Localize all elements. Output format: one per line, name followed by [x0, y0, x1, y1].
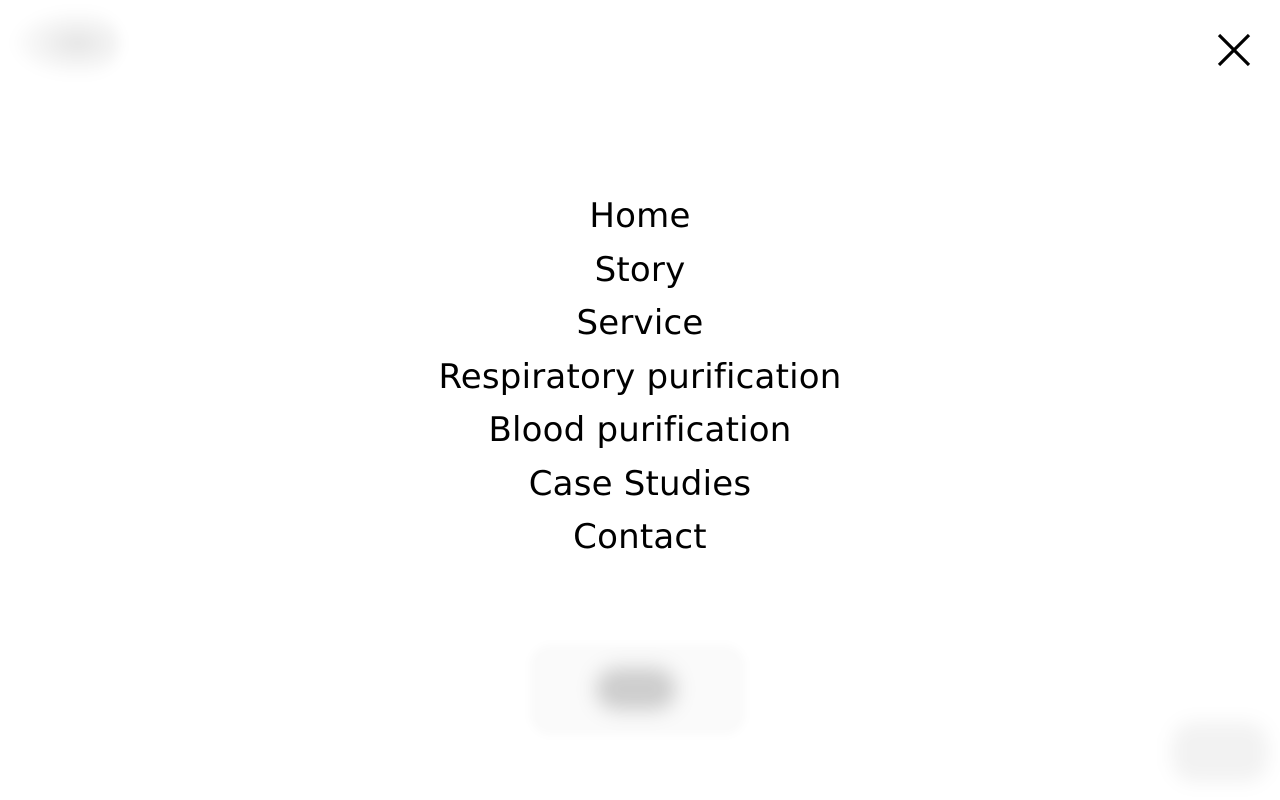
menu-item-service: Service	[0, 297, 1280, 351]
menu-link-service[interactable]: Service	[576, 303, 703, 343]
menu-link-contact[interactable]: Contact	[573, 517, 707, 557]
menu-link-respiratory-purification[interactable]: Respiratory purification	[438, 357, 841, 397]
menu-item-contact: Contact	[0, 511, 1280, 565]
main-navigation-menu: Home Story Service Respiratory purificat…	[0, 190, 1280, 565]
menu-item-story: Story	[0, 244, 1280, 298]
close-button[interactable]	[1210, 26, 1258, 74]
menu-overlay: Home Story Service Respiratory purificat…	[0, 0, 1280, 800]
menu-item-home: Home	[0, 190, 1280, 244]
menu-item-respiratory-purification: Respiratory purification	[0, 351, 1280, 405]
menu-link-home[interactable]: Home	[589, 196, 690, 236]
menu-link-case-studies[interactable]: Case Studies	[529, 464, 752, 504]
menu-item-blood-purification: Blood purification	[0, 404, 1280, 458]
blurred-logo	[14, 10, 120, 76]
blurred-background-element	[596, 668, 676, 710]
blurred-corner-element	[1172, 722, 1268, 782]
close-icon	[1217, 33, 1251, 67]
menu-link-blood-purification[interactable]: Blood purification	[489, 410, 792, 450]
menu-item-case-studies: Case Studies	[0, 458, 1280, 512]
menu-link-story[interactable]: Story	[595, 250, 686, 290]
